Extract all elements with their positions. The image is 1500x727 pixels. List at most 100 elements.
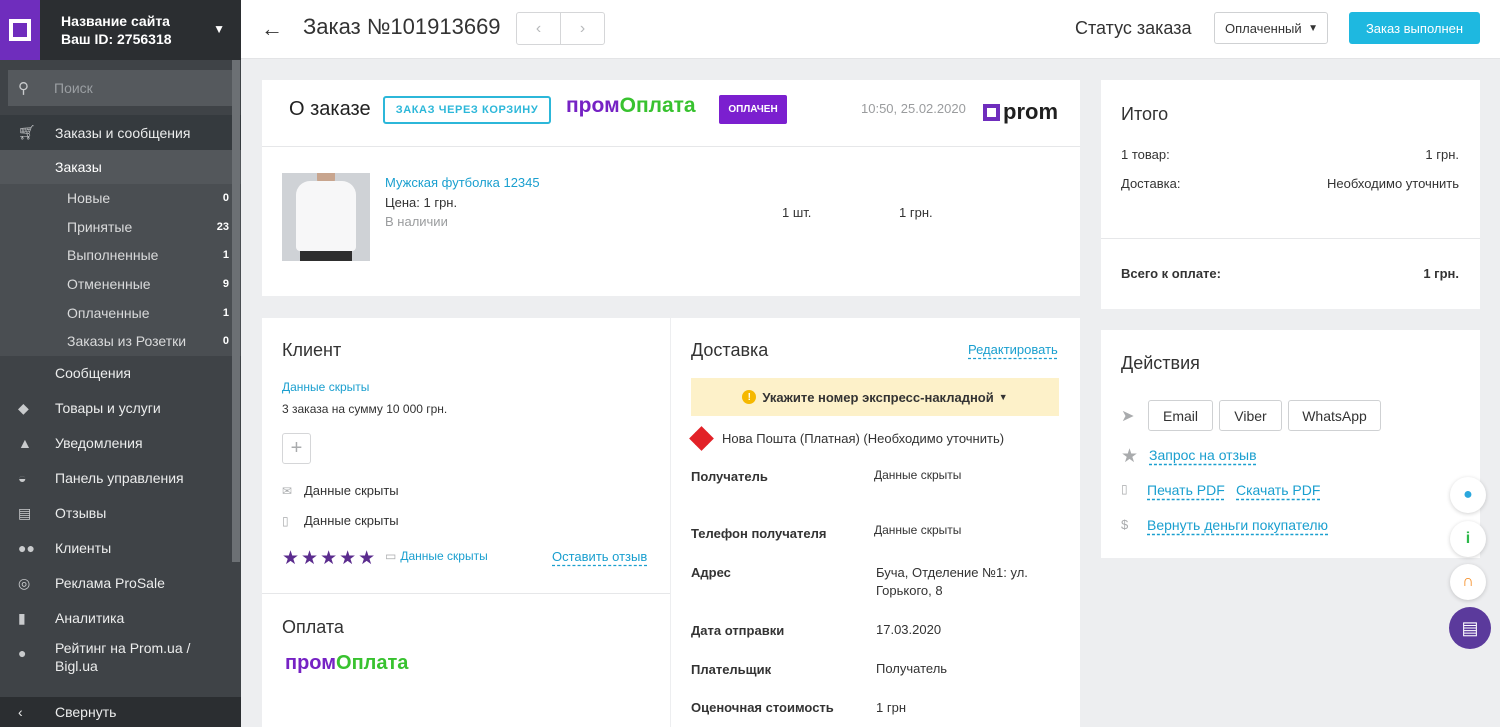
status-value: Оплаченный: [1225, 20, 1302, 36]
delivery-card: Доставка Редактировать ! Укажите номер э…: [671, 318, 1080, 727]
refund-icon: $: [1121, 517, 1129, 532]
chevron-down-icon: ▼: [1308, 22, 1318, 34]
search-placeholder: Поиск: [54, 80, 93, 96]
prev-order-button[interactable]: ‹: [517, 13, 561, 44]
divider: [262, 593, 670, 594]
chat-icon: ▤: [18, 504, 32, 521]
site-name: Название сайта: [61, 13, 170, 29]
ship-date-value: 17.03.2020: [876, 622, 942, 637]
product-sum: 1 грн.: [899, 205, 933, 220]
client-name-link[interactable]: Данные скрыты: [282, 380, 369, 394]
total-grand-row: Всего к оплате: 1 грн.: [1121, 266, 1459, 281]
total-title: Итого: [1121, 104, 1169, 124]
bell-icon: ▲: [18, 435, 32, 452]
nav-label: Аналитика: [55, 610, 125, 627]
nav-label-2: Bigl.ua: [55, 657, 98, 674]
address-label: Адрес: [691, 565, 731, 580]
nav-orders-cancelled[interactable]: Отмененные 9: [0, 270, 241, 299]
nav-orders-accepted[interactable]: Принятые 23: [0, 213, 241, 242]
back-arrow-icon[interactable]: ←: [261, 16, 283, 42]
nav-orders[interactable]: Заказы: [0, 150, 241, 184]
nav-analytics[interactable]: ▮ Аналитика: [0, 601, 241, 636]
send-icon: ➤: [1121, 408, 1135, 425]
nav-label: Принятые: [67, 218, 133, 235]
tag-icon: ◆: [18, 399, 29, 416]
dashboard-icon: ◒: [18, 470, 27, 487]
product-name-link[interactable]: Мужская футболка 12345: [385, 175, 540, 190]
product-image[interactable]: [282, 173, 370, 261]
collapse-label: Свернуть: [55, 704, 117, 720]
add-client-info-button[interactable]: +: [282, 433, 311, 464]
viber-button[interactable]: Viber: [1219, 400, 1282, 431]
nav-rating[interactable]: ● Рейтинг на Prom.ua / Bigl.ua: [0, 636, 241, 676]
order-card: О заказе ЗАКАЗ ЧЕРЕЗ КОРЗИНУ промОплата …: [262, 80, 1080, 296]
site-id: Ваш ID: 2756318: [61, 31, 172, 47]
est-cost-label: Оценочная стоимость: [691, 700, 834, 715]
nav-orders-new[interactable]: Новые 0: [0, 184, 241, 213]
nav-label: Новые: [67, 190, 111, 207]
profile-fab-icon[interactable]: ●: [1450, 477, 1486, 513]
nav-dashboard[interactable]: ◒ Панель управления: [0, 461, 241, 496]
nova-poshta-icon: [689, 426, 714, 451]
client-comment-link[interactable]: ▭ Данные скрыты: [385, 549, 488, 563]
orders-submenu: Заказы Новые 0 Принятые 23 Выполненные 1 От…: [0, 150, 241, 356]
site-switcher[interactable]: Название сайта Ваш ID: 2756318 ▼: [0, 0, 241, 60]
actions-card: Действия ➤ Email Viber WhatsApp ★ Запрос…: [1101, 330, 1480, 558]
review-request-link[interactable]: Запрос на отзыв: [1149, 447, 1257, 463]
nav-reviews[interactable]: ▤ Отзывы: [0, 496, 241, 531]
prom-oplata-logo: промОплата: [566, 94, 696, 117]
product-stock: В наличии: [385, 214, 448, 229]
order-done-button[interactable]: Заказ выполнен: [1349, 12, 1480, 44]
chevron-left-icon: ‹: [18, 704, 23, 720]
status-select[interactable]: Оплаченный ▼: [1214, 12, 1328, 44]
client-phone-row: ▯ Данные скрыты: [282, 513, 399, 528]
topbar: ← Заказ №101913669 ‹ › Статус заказа Опл…: [241, 0, 1500, 59]
waybill-alert[interactable]: ! Укажите номер экспресс-накладной ▼: [691, 378, 1059, 416]
nav-orders-messages[interactable]: 🛒︎ Заказы и сообщения: [0, 115, 241, 150]
site-logo-icon: [0, 0, 40, 60]
target-icon: ◎: [18, 574, 31, 591]
sidebar-scrollbar[interactable]: [232, 60, 240, 562]
nav-label: Рейтинг на Prom.ua /: [55, 639, 191, 656]
edit-delivery-link[interactable]: Редактировать: [968, 342, 1058, 357]
nav-notifications[interactable]: ▲ Уведомления: [0, 426, 241, 461]
nav-clients[interactable]: ●● Клиенты: [0, 531, 241, 566]
product-quantity: 1 шт.: [782, 205, 812, 220]
pdf-icon: ▯: [1121, 482, 1128, 496]
support-fab-icon[interactable]: ∩: [1450, 564, 1486, 600]
paid-badge: ОПЛАЧЕН: [719, 95, 787, 124]
download-pdf-link[interactable]: Скачать PDF: [1236, 482, 1320, 498]
nav-orders-completed[interactable]: Выполненные 1: [0, 241, 241, 270]
whatsapp-button[interactable]: WhatsApp: [1288, 400, 1381, 431]
chevron-down-icon[interactable]: ▼: [213, 22, 225, 36]
leave-review-link[interactable]: Оставить отзыв: [552, 549, 647, 564]
search-input[interactable]: ⚲ Поиск: [8, 70, 233, 106]
email-button[interactable]: Email: [1148, 400, 1213, 431]
info-fab-icon[interactable]: i: [1450, 521, 1486, 557]
next-order-button[interactable]: ›: [561, 13, 604, 44]
recipient-value: Данные скрыты: [874, 468, 962, 482]
nav-prosale[interactable]: ◎ Реклама ProSale: [0, 566, 241, 601]
nav-messages[interactable]: Сообщения: [0, 356, 241, 391]
nav-label: Заказы из Розетки: [67, 333, 187, 350]
client-rating-stars: ★★★★★: [282, 548, 378, 569]
nav-orders-rozetka[interactable]: Заказы из Розетки 0: [0, 327, 241, 356]
nav-label: Уведомления: [55, 435, 143, 452]
payer-value: Получатель: [876, 661, 948, 676]
total-card: Итого 1 товар: 1 грн. Доставка: Необходимо…: [1101, 80, 1480, 309]
nav-label: Реклама ProSale: [55, 575, 165, 592]
count-badge: 23: [216, 220, 229, 233]
chevron-down-icon: ▼: [998, 392, 1008, 402]
nav-label: Товары и услуги: [55, 400, 161, 417]
actions-title: Действия: [1121, 353, 1200, 373]
sidebar: Название сайта Ваш ID: 2756318 ▼ ⚲ Поиск…: [0, 0, 241, 727]
print-pdf-link[interactable]: Печать PDF: [1147, 482, 1225, 498]
collapse-button[interactable]: ‹ Свернуть: [0, 697, 241, 727]
nav-products[interactable]: ◆ Товары и услуги: [0, 391, 241, 426]
client-card: Клиент Данные скрыты 3 заказа на сумму 1…: [262, 318, 670, 727]
nav-label: Оплаченные: [67, 304, 150, 321]
chat-fab-icon[interactable]: ▤: [1449, 607, 1491, 649]
refund-link[interactable]: Вернуть деньги покупателю: [1147, 517, 1328, 533]
nav-orders-paid[interactable]: Оплаченные 1: [0, 298, 241, 327]
ship-date-label: Дата отправки: [691, 623, 785, 638]
